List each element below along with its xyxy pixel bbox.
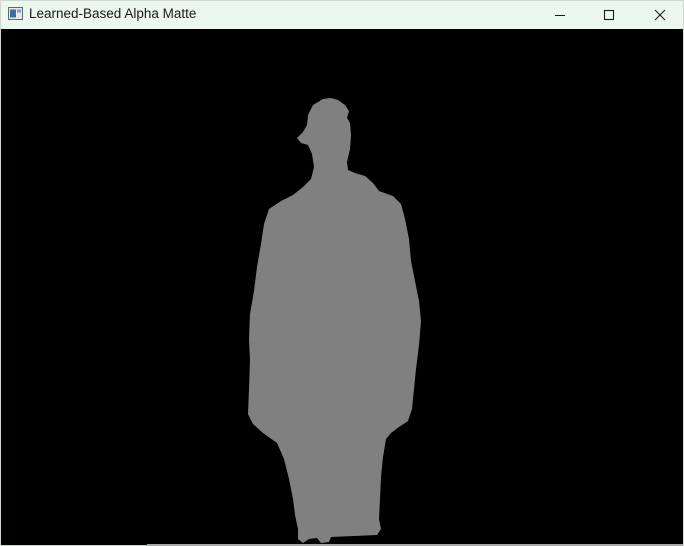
window-title: Learned-Based Alpha Matte: [29, 6, 197, 21]
alpha-matte-image: [1, 29, 683, 545]
maximize-button[interactable]: [586, 1, 632, 29]
minimize-button[interactable]: [537, 1, 583, 29]
matte-canvas: [1, 29, 683, 545]
minimize-icon: [555, 15, 565, 16]
close-icon: [654, 9, 666, 21]
close-button[interactable]: [637, 1, 683, 29]
title-bar[interactable]: Learned-Based Alpha Matte: [1, 1, 683, 29]
app-window-icon: [8, 7, 23, 20]
maximize-icon: [603, 9, 615, 21]
app-window: Learned-Based Alpha Matte: [0, 0, 684, 546]
